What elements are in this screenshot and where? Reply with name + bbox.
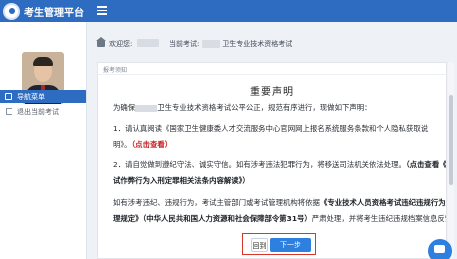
panel-header: 报考须知 xyxy=(98,63,446,75)
clause-3-tail: 理规定》（中华人民共和国人力资源和社会保障部令第31号）严肃处理，并将考生违纪违… xyxy=(113,214,446,223)
current-exam-value: 卫生专业技术资格考试 xyxy=(202,39,292,49)
clause-2-view-link[interactable]: （点击查看《考 xyxy=(406,160,446,169)
clause-2: 2．请自觉做到遵纪守法、诚实守信。如有涉考违法犯罪行为，将移送司法机关依法处理。… xyxy=(113,157,446,173)
logout-icon xyxy=(6,108,12,115)
sidebar-nav-title-label: 导航菜单 xyxy=(17,93,45,101)
current-exam-label: 当前考试: xyxy=(169,40,200,48)
next-step-button[interactable]: 下一步 xyxy=(270,238,311,252)
page-title: 重要声明 xyxy=(250,87,294,98)
panel-header-label: 报考须知 xyxy=(103,67,128,74)
intro-paragraph: 为确保 卫生专业技术资格考试公平公正，规范有序进行，现做如下声明： xyxy=(113,103,372,112)
redacted-text xyxy=(135,104,158,112)
clause-1-view-link[interactable]: （点击查看） xyxy=(131,140,172,149)
menu-grid-icon xyxy=(5,93,12,100)
clause-2-tail: 试作弊行为入刑定罪相关法条内容解读》） xyxy=(113,173,446,189)
sidebar-item-logout-label: 退出当前考试 xyxy=(17,108,59,116)
clause-1-tail: 明》。（点击查看） xyxy=(113,140,173,149)
scrollbar-thumb[interactable] xyxy=(449,95,453,185)
hamburger-menu-icon[interactable] xyxy=(97,6,107,15)
notice-panel: 报考须知 重要声明 为确保 卫生专业技术资格考试公平公正，规范有序进行，现做如下声… xyxy=(97,62,447,259)
back-button[interactable]: 回到 xyxy=(251,238,268,252)
sidebar-nav-title: 导航菜单 xyxy=(0,90,86,103)
logo-icon xyxy=(3,3,20,20)
top-bar: 考生管理平台 xyxy=(0,0,457,22)
chat-icon[interactable] xyxy=(428,239,452,259)
welcome-label: 欢迎您: xyxy=(109,40,133,48)
clause-1: 1．请认真阅读《国家卫生健康委人才交流服务中心官网网上报名系统服务条款和个人隐私… xyxy=(113,124,429,133)
clause-3: 如有涉考违纪、违规行为，考试主管部门或考试管理机构将依据《专业技术人员资格考试违… xyxy=(113,198,447,207)
sidebar: 导航菜单 退出当前考试 xyxy=(0,22,87,259)
clause-2-view-link-tail[interactable]: 试作弊行为入刑定罪相关法条内容解读》） xyxy=(113,176,250,185)
home-icon xyxy=(96,37,106,47)
user-name-redacted xyxy=(137,39,159,47)
app-title: 考生管理平台 xyxy=(24,8,84,19)
current-exam-suffix: 卫生专业技术资格考试 xyxy=(222,40,293,48)
sidebar-item-logout[interactable]: 退出当前考试 xyxy=(0,105,86,118)
